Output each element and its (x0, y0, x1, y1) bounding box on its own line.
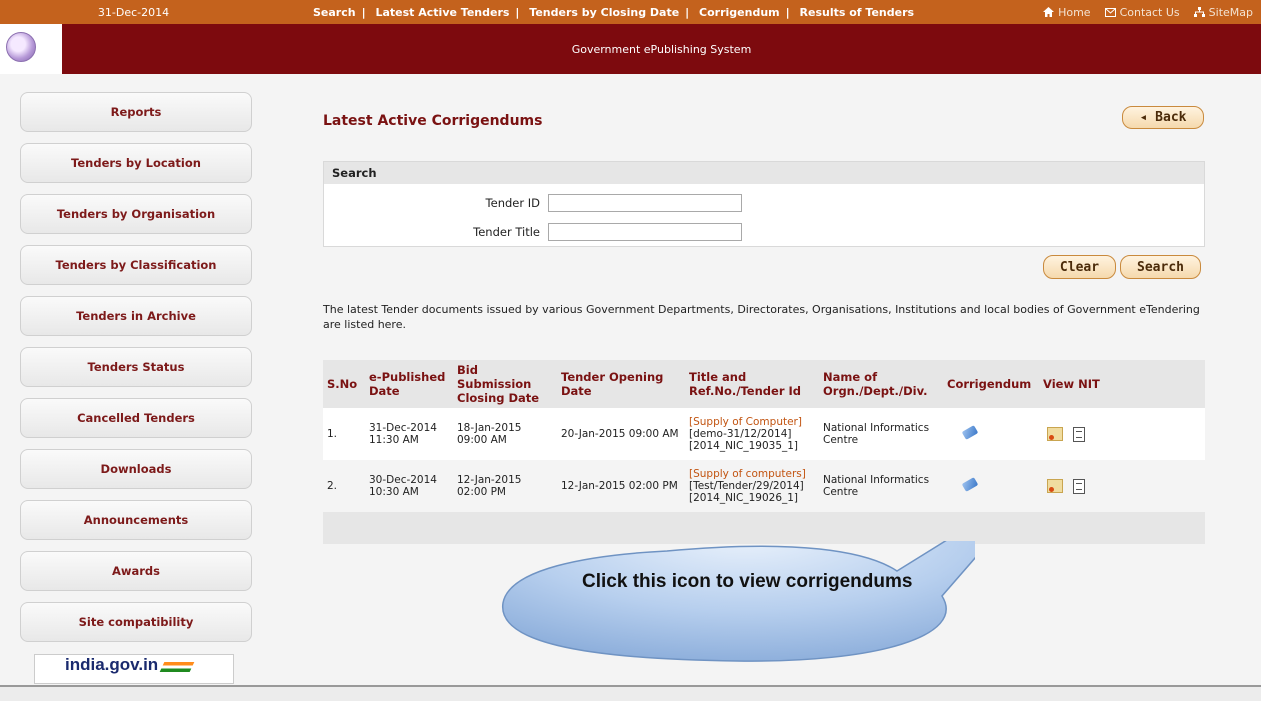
india-gov-logo-text: india.gov.in (65, 655, 159, 674)
sitemap-link[interactable]: SiteMap (1193, 5, 1253, 19)
search-button[interactable]: Search (1120, 255, 1201, 279)
cell-closing: 18-Jan-2015 09:00 AM (457, 422, 522, 446)
col-sno: S.No (323, 360, 365, 408)
cell-opening: 20-Jan-2015 09:00 AM (561, 428, 679, 440)
certificate-icon[interactable] (1047, 479, 1063, 493)
sidebar: Reports Tenders by Location Tenders by O… (20, 92, 252, 653)
tender-title-label: Tender Title (473, 225, 540, 239)
cell-corrigendum (943, 408, 1039, 460)
col-organisation: Name of Orgn./Dept./Div. (819, 360, 943, 408)
nav-separator: | (685, 5, 690, 19)
cell-opening: 12-Jan-2015 02:00 PM (557, 460, 685, 512)
utility-links: Home Contact Us SiteMap (1043, 6, 1253, 19)
home-link[interactable]: Home (1043, 5, 1091, 19)
tender-title-row: Tender Title (324, 223, 742, 241)
nav-separator: | (785, 5, 790, 19)
sitemap-label: SiteMap (1208, 5, 1253, 19)
nav-tenders-by-closing-date[interactable]: Tenders by Closing Date (529, 6, 679, 19)
nav-separator: | (515, 5, 520, 19)
sidebar-item-announcements[interactable]: Announcements (20, 500, 252, 540)
nav-search[interactable]: Search (313, 6, 356, 19)
col-title-ref: Title and Ref.No./Tender Id (685, 360, 819, 408)
nav-results-of-tenders[interactable]: Results of Tenders (800, 6, 915, 19)
india-gov-logo[interactable]: india.gov.in (34, 654, 234, 684)
view-corrigendum-icon[interactable] (961, 478, 979, 492)
cell-corrigendum (943, 460, 1039, 512)
search-panel-header: Search (324, 162, 1204, 184)
cell-title-ref: [Supply of computers] [Test/Tender/29/20… (685, 460, 819, 512)
top-bar: 31-Dec-2014 Search | Latest Active Tender… (0, 0, 1261, 24)
banner: Government ePublishing System (0, 24, 1261, 74)
document-icon[interactable] (1073, 478, 1085, 494)
cell-view-nit (1039, 460, 1205, 512)
search-panel: Search Tender ID Tender Title (323, 161, 1205, 247)
table-row: 1. 31-Dec-2014 11:30 AM 18-Jan-2015 09:0… (323, 408, 1205, 460)
nav-corrigendum[interactable]: Corrigendum (699, 6, 780, 19)
corrigendum-table: S.No e-Published Date Bid Submission Clo… (323, 360, 1205, 544)
sidebar-item-reports[interactable]: Reports (20, 92, 252, 132)
document-icon[interactable] (1073, 426, 1085, 442)
cell-sno: 2. (323, 460, 365, 512)
home-label: Home (1058, 5, 1091, 19)
col-view-nit: View NIT (1039, 360, 1205, 408)
callout-bubble (502, 541, 975, 662)
sidebar-item-awards[interactable]: Awards (20, 551, 252, 591)
tender-title-link[interactable]: [Supply of Computer] (689, 416, 815, 428)
banner-title: Government ePublishing System (62, 24, 1261, 74)
sidebar-item-tenders-by-classification[interactable]: Tenders by Classification (20, 245, 252, 285)
cell-organisation: National Informatics Centre (819, 460, 943, 512)
nav-latest-active-tenders[interactable]: Latest Active Tenders (375, 6, 509, 19)
cell-closing: 12-Jan-2015 02:00 PM (453, 460, 557, 512)
table-row: 2. 30-Dec-2014 10:30 AM 12-Jan-2015 02:0… (323, 460, 1205, 512)
sidebar-item-cancelled-tenders[interactable]: Cancelled Tenders (20, 398, 252, 438)
col-e-published-date: e-Published Date (365, 360, 453, 408)
sidebar-item-tenders-in-archive[interactable]: Tenders in Archive (20, 296, 252, 336)
top-nav: Search | Latest Active Tenders | Tenders b… (267, 0, 1261, 24)
flag-icon (159, 661, 195, 672)
sidebar-item-tenders-status[interactable]: Tenders Status (20, 347, 252, 387)
callout-text: Click this icon to view corrigendums (582, 571, 913, 592)
cell-organisation: National Informatics Centre (823, 422, 930, 446)
certificate-icon[interactable] (1047, 427, 1063, 441)
cell-view-nit (1039, 408, 1205, 460)
contact-us-link[interactable]: Contact Us (1104, 5, 1180, 19)
cell-title-ref: [Supply of Computer] [demo-31/12/2014] [… (685, 408, 819, 460)
tender-id-input[interactable] (548, 194, 742, 212)
tender-title-link[interactable]: [Supply of computers] (689, 468, 815, 480)
view-corrigendum-icon[interactable] (961, 426, 979, 440)
sidebar-item-tenders-by-location[interactable]: Tenders by Location (20, 143, 252, 183)
description-text: The latest Tender documents issued by va… (323, 303, 1200, 331)
page-title: Latest Active Corrigendums (323, 113, 543, 129)
home-icon (1043, 7, 1055, 17)
table-footer-cell (323, 512, 1205, 544)
cell-published: 30-Dec-2014 10:30 AM (365, 460, 453, 512)
logo-container (0, 24, 62, 74)
col-bid-closing-date: Bid Submission Closing Date (453, 360, 557, 408)
tender-ref-no: [Test/Tender/29/2014] (689, 480, 804, 492)
tender-ref-no: [demo-31/12/2014] (689, 428, 792, 440)
sidebar-item-downloads[interactable]: Downloads (20, 449, 252, 489)
cell-sno: 1. (327, 428, 338, 440)
tender-title-input[interactable] (548, 223, 742, 241)
table-header-row: S.No e-Published Date Bid Submission Clo… (323, 360, 1205, 408)
nav-separator: | (361, 5, 366, 19)
clear-button[interactable]: Clear (1043, 255, 1116, 279)
sidebar-item-tenders-by-organisation[interactable]: Tenders by Organisation (20, 194, 252, 234)
col-corrigendum: Corrigendum (943, 360, 1039, 408)
current-date: 31-Dec-2014 (0, 0, 267, 24)
col-tender-opening-date: Tender Opening Date (557, 360, 685, 408)
tender-id: [2014_NIC_19026_1] (689, 492, 799, 504)
tender-id-row: Tender ID (324, 194, 742, 212)
top-nav-links: Search | Latest Active Tenders | Tenders b… (313, 6, 914, 19)
tender-id: [2014_NIC_19035_1] (689, 440, 799, 452)
sitemap-icon (1193, 7, 1205, 17)
tender-id-label: Tender ID (485, 196, 540, 210)
cell-published: 31-Dec-2014 11:30 AM (369, 422, 437, 446)
site-logo-icon[interactable] (6, 32, 36, 62)
back-button[interactable]: ◂ Back (1122, 106, 1204, 129)
contact-us-label: Contact Us (1119, 5, 1180, 19)
sidebar-item-site-compatibility[interactable]: Site compatibility (20, 602, 252, 642)
table-footer-row (323, 512, 1205, 544)
mail-icon (1104, 7, 1116, 17)
